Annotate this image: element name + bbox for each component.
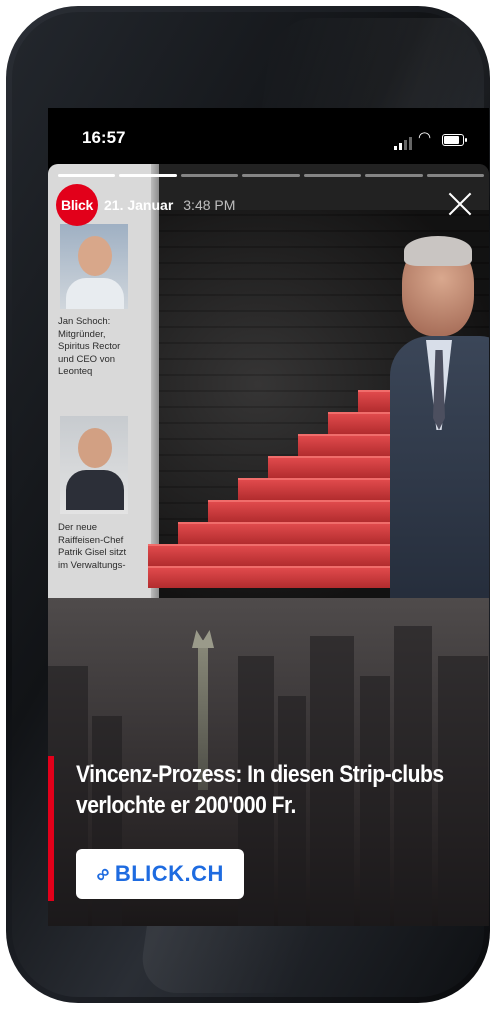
progress-segment bbox=[119, 174, 177, 177]
battery-icon bbox=[442, 134, 467, 146]
story-headline: Vincenz-Prozess: In diesen Strip-clubs v… bbox=[76, 761, 444, 819]
man-portrait bbox=[390, 236, 489, 598]
cellular-signal-icon bbox=[394, 132, 414, 150]
photo-caption: Der neue Raiffeisen-Chef Patrik Gisel si… bbox=[58, 522, 127, 571]
progress-segment bbox=[303, 174, 362, 177]
portrait-thumbnail bbox=[60, 224, 128, 309]
story-date: 21. Januar bbox=[104, 197, 174, 213]
phone-frame: 16:57 ◠ Jan Schoch: Mitgründer, Spiritus… bbox=[6, 6, 496, 1003]
phone-screen: 16:57 ◠ Jan Schoch: Mitgründer, Spiritus… bbox=[48, 108, 489, 926]
link-button[interactable]: ∞ BLICK.CH bbox=[76, 849, 244, 899]
headline-accent-bar bbox=[48, 756, 54, 901]
story-time: 3:48 PM bbox=[183, 197, 236, 213]
status-time: 16:57 bbox=[82, 128, 126, 147]
story-photo: Jan Schoch: Mitgründer, Spiritus Rector … bbox=[48, 164, 489, 598]
progress-segment bbox=[426, 174, 484, 177]
wifi-icon: ◠ bbox=[418, 129, 432, 146]
newspaper-column: Jan Schoch: Mitgründer, Spiritus Rector … bbox=[48, 164, 159, 598]
story-header: Blick 21. Januar 3:48 PM bbox=[56, 184, 236, 226]
progress-segment bbox=[180, 174, 239, 177]
publisher-logo[interactable]: Blick bbox=[56, 184, 98, 226]
status-bar: 16:57 ◠ bbox=[48, 108, 489, 164]
close-icon[interactable] bbox=[446, 190, 474, 218]
photo-caption: Jan Schoch: Mitgründer, Spiritus Rector … bbox=[58, 316, 121, 377]
story-progress-bar bbox=[58, 174, 484, 177]
portrait-thumbnail bbox=[60, 416, 128, 514]
progress-segment bbox=[242, 174, 300, 177]
story-viewer[interactable]: Jan Schoch: Mitgründer, Spiritus Rector … bbox=[48, 164, 489, 926]
progress-segment bbox=[58, 174, 116, 177]
link-icon: ∞ bbox=[90, 860, 117, 887]
link-label: BLICK.CH bbox=[114, 861, 224, 886]
progress-segment bbox=[365, 174, 423, 177]
